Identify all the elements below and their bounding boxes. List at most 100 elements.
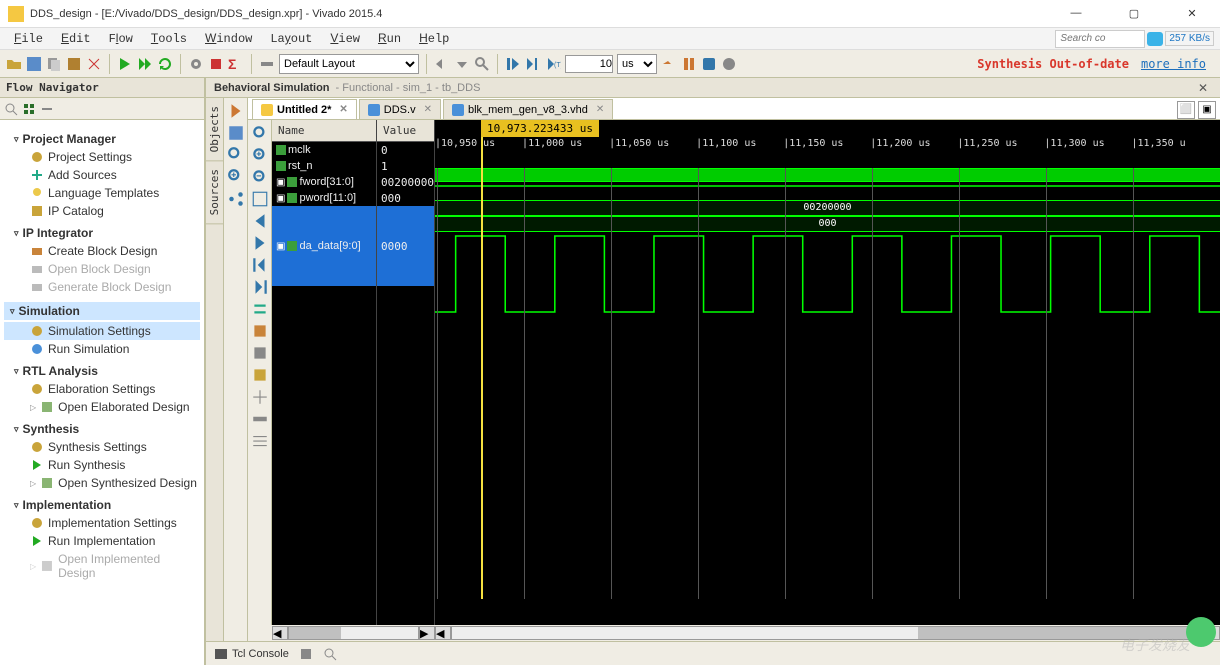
swap-icon[interactable] [251,300,269,316]
zoom-in-icon[interactable] [227,168,245,184]
refresh-icon[interactable] [157,56,173,72]
tab-untitled2[interactable]: Untitled 2*✕ [252,99,357,119]
tab-sources[interactable]: Sources [206,161,223,224]
maximize-button[interactable]: ▢ [1114,7,1154,20]
menu-view[interactable]: View [322,29,368,48]
tab-blkmem[interactable]: blk_mem_gen_v8_3.vhd✕ [443,99,613,119]
cat-simulation[interactable]: ▿Simulation [4,302,200,320]
zoomarea-icon[interactable] [251,190,269,206]
arrow-right-icon[interactable] [227,102,245,118]
share-icon[interactable] [227,190,245,206]
cut-icon[interactable] [86,56,102,72]
stop-icon[interactable] [208,56,224,72]
item-run-simulation[interactable]: Run Simulation [4,340,200,358]
cog-icon[interactable] [188,56,204,72]
step-icon[interactable]: (T) [545,56,561,72]
tool-b-icon[interactable] [251,344,269,360]
tcl-icon-3[interactable] [323,647,337,661]
menu-tools[interactable]: Tools [143,29,195,48]
copy-icon[interactable] [46,56,62,72]
item-run-implementation[interactable]: Run Implementation [4,532,200,550]
close-panel-button[interactable]: ✕ [1194,81,1212,95]
close-button[interactable]: ✕ [1172,7,1212,20]
tool-c-icon[interactable] [251,366,269,382]
cat-project-manager[interactable]: ▿Project Manager [14,132,200,146]
item-open-synthesized-design[interactable]: ▷Open Synthesized Design [4,474,200,492]
tool-a-icon[interactable] [251,322,269,338]
collapse-icon[interactable] [4,102,18,116]
scroll-right-button[interactable]: ▶ [419,626,435,640]
first-icon[interactable] [251,256,269,272]
run-icon[interactable] [117,56,133,72]
item-elaboration-settings[interactable]: Elaboration Settings [4,380,200,398]
item-add-sources[interactable]: Add Sources [4,166,200,184]
signal-pword[interactable]: ▣pword[11:0] [272,190,376,206]
item-implementation-settings[interactable]: Implementation Settings [4,514,200,532]
item-create-block-design[interactable]: Create Block Design [4,242,200,260]
tab-dds-v[interactable]: DDS.v✕ [359,99,441,119]
relaunch-icon[interactable] [701,56,717,72]
step-over-icon[interactable] [661,56,677,72]
cat-implementation[interactable]: ▿Implementation [14,498,200,512]
scroll-right-button[interactable]: ▶ [1204,626,1220,640]
signal-dadata[interactable]: ▣da_data[9:0] [272,206,376,286]
tool-icon[interactable] [259,56,275,72]
tool-e-icon[interactable] [251,410,269,426]
signal-mclk[interactable]: mclk [272,142,376,158]
item-open-block-design[interactable]: Open Block Design [4,260,200,278]
item-ip-catalog[interactable]: IP Catalog [4,202,200,220]
run-all-icon[interactable] [137,56,153,72]
menu-window[interactable]: Window [197,29,260,48]
tool-f-icon[interactable] [251,432,269,448]
maximize-icon[interactable]: ⬜ [1177,101,1195,119]
undo-icon[interactable] [434,56,450,72]
zoomfit-icon[interactable] [251,124,269,140]
open-icon[interactable] [6,56,22,72]
signal-fword[interactable]: ▣fword[31:0] [272,174,376,190]
time-input[interactable] [565,55,613,73]
close-tab-icon[interactable]: ✕ [339,104,347,115]
wave-scroll-track[interactable] [451,626,1204,640]
next-icon[interactable] [251,234,269,250]
item-project-settings[interactable]: Project Settings [4,148,200,166]
layout-select[interactable]: Default Layout [279,54,419,74]
item-synthesis-settings[interactable]: Synthesis Settings [4,438,200,456]
minimize-button[interactable]: — [1056,7,1096,20]
item-language-templates[interactable]: Language Templates [4,184,200,202]
item-open-elaborated-design[interactable]: ▷Open Elaborated Design [4,398,200,416]
time-unit-select[interactable]: us [617,54,657,74]
close-tab-icon[interactable]: ✕ [424,104,432,115]
restart-icon[interactable] [505,56,521,72]
expand-icon[interactable] [22,102,36,116]
search2-icon[interactable] [474,56,490,72]
cursor-line[interactable] [481,120,483,599]
paste-icon[interactable] [66,56,82,72]
run-for-icon[interactable] [525,56,541,72]
settings-icon[interactable] [40,102,54,116]
menu-help[interactable]: Help [411,29,457,48]
float-icon[interactable]: ▣ [1198,101,1216,119]
close-tab-icon[interactable]: ✕ [596,104,604,115]
zoomout-icon[interactable] [251,168,269,184]
save-icon[interactable] [227,124,245,140]
search-input[interactable] [1055,30,1145,48]
waveform-canvas[interactable]: 10,973.223433 us |10,950 us|11,000 us|11… [435,120,1220,625]
cat-rtl-analysis[interactable]: ▿RTL Analysis [14,364,200,378]
scroll-track[interactable] [288,626,419,640]
scroll-left-button[interactable]: ◀ [272,626,288,640]
scroll-left-button[interactable]: ◀ [435,626,451,640]
item-run-synthesis[interactable]: Run Synthesis [4,456,200,474]
zoom-icon[interactable] [227,146,245,162]
pause-icon[interactable] [681,56,697,72]
cat-synthesis[interactable]: ▿Synthesis [14,422,200,436]
tool2-icon[interactable] [721,56,737,72]
signal-rstn[interactable]: rst_n [272,158,376,174]
menu-run[interactable]: Run [370,29,409,48]
tool-d-icon[interactable] [251,388,269,404]
menu-layout[interactable]: Layout [262,29,320,48]
menu-edit[interactable]: Edit [53,29,99,48]
tab-objects[interactable]: Objects [206,98,223,161]
down-icon[interactable] [454,56,470,72]
last-icon[interactable] [251,278,269,294]
item-generate-block-design[interactable]: Generate Block Design [4,278,200,296]
